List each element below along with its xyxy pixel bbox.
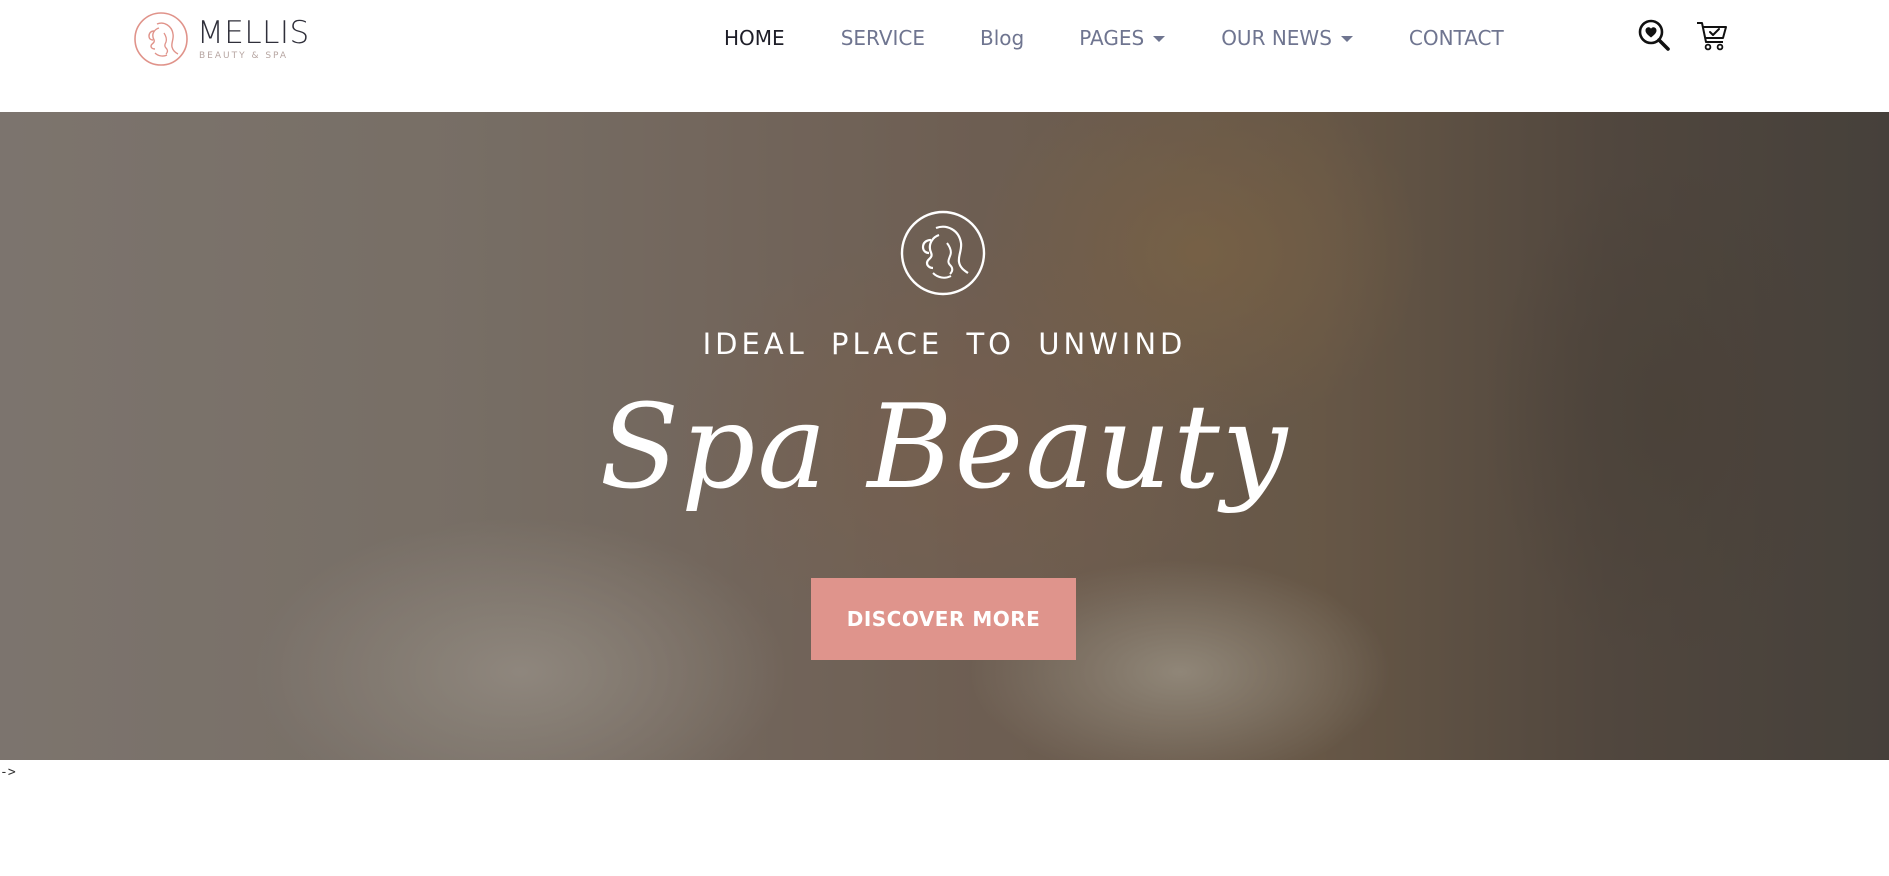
- discover-more-button[interactable]: DISCOVER MORE: [811, 578, 1076, 660]
- nav-item-label: CONTACT: [1408, 26, 1504, 50]
- logo[interactable]: MELLIS BEAUTY & SPA: [133, 10, 310, 68]
- nav-item-label: PAGES: [1079, 26, 1145, 50]
- cart-button[interactable]: [1694, 17, 1730, 53]
- logo-name: MELLIS: [197, 14, 310, 51]
- search-button[interactable]: [1636, 17, 1672, 53]
- logo-tagline: BEAUTY & SPA: [199, 50, 289, 61]
- woman-profile-emblem-icon: [900, 210, 986, 296]
- nav-item-label: Blog: [980, 26, 1025, 50]
- nav-item-label: HOME: [724, 26, 785, 50]
- caret-down-icon: [1153, 36, 1166, 42]
- nav-item-service[interactable]: SERVICE: [841, 26, 925, 50]
- nav-item-contact[interactable]: CONTACT: [1409, 26, 1504, 50]
- main-nav: HOME SERVICE Blog PAGES OUR NEWS CONTACT: [696, 18, 1504, 58]
- nav-item-our-news[interactable]: OUR NEWS: [1221, 26, 1353, 50]
- woman-profile-logo-icon: [134, 12, 188, 66]
- logo-text: MELLIS BEAUTY & SPA: [197, 14, 310, 61]
- nav-item-blog[interactable]: Blog: [980, 26, 1024, 50]
- site-header: MELLIS BEAUTY & SPA HOME SERVICE Blog PA…: [0, 0, 1889, 112]
- hero-title: Spa Beauty: [599, 380, 1290, 515]
- nav-item-pages[interactable]: PAGES: [1079, 26, 1166, 50]
- hero-content: IDEAL PLACE TO UNWIND Spa Beauty DISCOVE…: [0, 112, 1889, 760]
- header-actions: [1636, 17, 1730, 53]
- nav-item-home[interactable]: HOME: [724, 26, 785, 50]
- nav-item-label: SERVICE: [840, 26, 926, 50]
- hero-subtitle: IDEAL PLACE TO UNWIND: [702, 327, 1187, 361]
- heart-search-icon: [1638, 19, 1670, 51]
- nav-item-label: OUR NEWS: [1221, 26, 1332, 50]
- stray-text: ->: [0, 765, 16, 780]
- cart-check-icon: [1697, 22, 1727, 51]
- caret-down-icon: [1340, 36, 1353, 42]
- hero-banner: IDEAL PLACE TO UNWIND Spa Beauty DISCOVE…: [0, 112, 1889, 760]
